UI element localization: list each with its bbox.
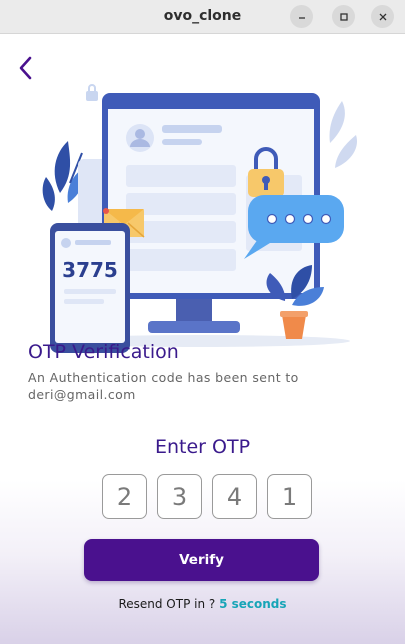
enter-otp-label: Enter OTP <box>154 436 251 458</box>
page-title: OTP Verification <box>28 341 179 363</box>
otp-digit-2[interactable]: 3 <box>157 474 202 519</box>
phone-code: 3775 <box>62 258 118 282</box>
otp-screen: 3775 OTP Verification An Authentication … <box>0 35 405 644</box>
otp-digit-3[interactable]: 4 <box>212 474 257 519</box>
minimize-button[interactable] <box>290 5 313 28</box>
phone-mockup: 3775 <box>50 223 130 353</box>
small-lock-icon <box>86 84 98 101</box>
plant-right <box>329 101 345 143</box>
window-titlebar: ovo_clone <box>0 0 405 34</box>
resend-label: Resend OTP in ? <box>118 597 220 611</box>
plant-left <box>54 141 71 193</box>
otp-input-group: 2 3 4 1 <box>102 474 312 520</box>
verify-button[interactable]: Verify <box>84 539 319 581</box>
close-icon <box>379 13 386 20</box>
close-button[interactable] <box>371 5 394 28</box>
chevron-left-icon <box>19 56 32 80</box>
minimize-icon <box>298 16 305 19</box>
back-button[interactable] <box>14 53 38 83</box>
resend-otp: Resend OTP in ? 5 seconds <box>0 597 405 611</box>
otp-digit-1[interactable]: 2 <box>102 474 147 519</box>
maximize-button[interactable] <box>332 5 355 28</box>
resend-timer: 5 seconds <box>219 597 287 611</box>
otp-digit-4[interactable]: 1 <box>267 474 312 519</box>
otp-subtitle: An Authentication code has been sent to … <box>28 370 299 402</box>
otp-illustration: 3775 <box>42 84 358 353</box>
maximize-icon <box>339 12 348 21</box>
